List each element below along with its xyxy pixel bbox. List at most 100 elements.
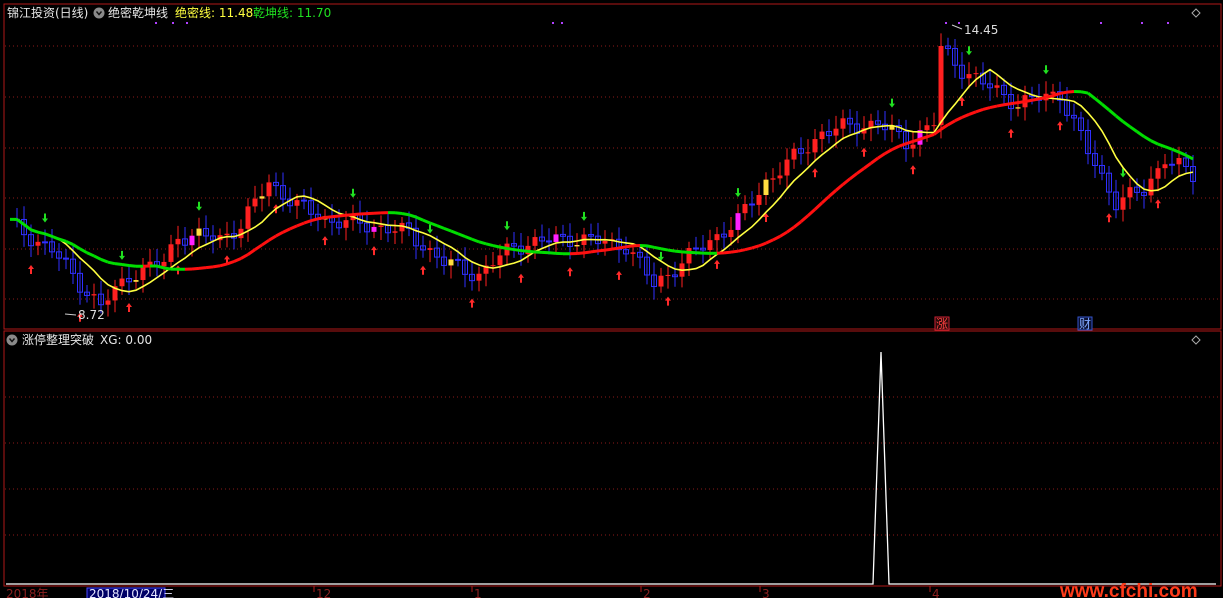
slow-line-segment (1115, 114, 1124, 123)
slow-line-segment (863, 162, 872, 170)
slow-line-segment (1157, 142, 1166, 149)
slow-line-segment (1094, 97, 1103, 106)
candle-body-up (497, 255, 503, 266)
slow-line-segment (1059, 90, 1068, 95)
slow-line-segment (527, 249, 536, 254)
watermark: www.cfchi.com (1059, 581, 1198, 598)
slow-line-segment (317, 216, 326, 221)
slow-line-segment (394, 211, 403, 215)
candle-body-up (392, 231, 398, 233)
slow-line-segment (233, 257, 242, 263)
slow-line-segment (492, 244, 501, 249)
sell-arrow-icon (42, 213, 48, 223)
slow-line-segment (44, 232, 53, 238)
slow-line-segment (597, 248, 606, 253)
candle-body-down (1169, 163, 1175, 166)
slow-line-segment (786, 225, 795, 234)
slow-line-segment (156, 264, 165, 270)
sell-arrow-icon (427, 224, 433, 234)
slow-line-segment (401, 212, 410, 217)
stock-chart[interactable]: 14.45 8.72 涨 财 锦江投资(日线) 绝密乾坤线 绝密线: 11.48… (0, 0, 1223, 598)
slow-line-segment (1003, 102, 1012, 107)
slow-line-segment (667, 248, 676, 253)
slow-line-segment (772, 235, 781, 242)
slow-line-segment (870, 156, 879, 165)
candle-body-up (245, 206, 251, 229)
slow-line-segment (37, 230, 46, 236)
sub-indicator-menu-icon[interactable] (6, 334, 18, 346)
buy-arrow-icon (1155, 199, 1161, 209)
candle-body-up (910, 144, 916, 149)
candle-body-up (252, 198, 258, 207)
slow-line-segment (618, 245, 627, 250)
slow-line-segment (1010, 101, 1019, 106)
candle-body-up (770, 178, 776, 180)
panel-options-icon[interactable] (1191, 8, 1201, 18)
sub-indicator-value: XG: 0.00 (100, 333, 152, 347)
slow-line-segment (23, 223, 32, 231)
signal-dot (1100, 22, 1102, 24)
slow-line-segment (275, 230, 284, 238)
slow-line-segment (1087, 91, 1096, 100)
candle-body-up (735, 213, 741, 230)
slow-line-segment (835, 183, 844, 192)
slow-line-segment (813, 201, 824, 211)
slow-line-segment (898, 142, 907, 148)
slow-line-segment (282, 227, 291, 234)
sub-grid (5, 396, 1220, 536)
candle-body-up (777, 175, 783, 179)
slow-line-segment (268, 234, 277, 242)
limit-up-event-marker: 涨 (936, 316, 948, 331)
candle-body-up (294, 200, 300, 206)
candle-body-up (490, 265, 496, 267)
slow-line-segment (443, 226, 452, 233)
slow-line-legend: 乾坤线: 11.70 (253, 5, 331, 20)
slow-line-segment (86, 251, 95, 258)
candle-body-up (707, 240, 713, 251)
sub-panel-options-icon[interactable] (1191, 335, 1201, 345)
candle-body-up (266, 182, 272, 197)
candle-body-up (602, 240, 608, 244)
candle-body-up (427, 248, 433, 250)
buy-arrow-icon (714, 259, 720, 269)
slow-line-segment (1143, 135, 1152, 143)
sell-arrow-icon (966, 46, 972, 56)
candle-body-up (658, 275, 664, 287)
slow-line-segment (16, 218, 25, 226)
fast-line-legend: 绝密线: 11.48 (175, 5, 253, 20)
candle-body-up (168, 244, 174, 262)
candle-body-up (1120, 197, 1126, 210)
buy-arrow-icon (861, 147, 867, 157)
slow-line-segment (303, 219, 312, 225)
slow-line-segment (926, 133, 935, 139)
buy-arrow-icon (518, 273, 524, 283)
candle-body-up (686, 248, 692, 264)
slow-line-segment (240, 253, 249, 260)
slow-line-segment (93, 254, 102, 261)
slow-line-segment (842, 177, 851, 186)
candle-body-up (371, 226, 377, 232)
slow-line-segment (1171, 147, 1180, 154)
low-price-label: 8.72 (78, 308, 105, 322)
slow-line-segment (730, 249, 739, 254)
candle-body-up (119, 278, 125, 287)
signal-dot (945, 22, 947, 24)
candle-body-down (42, 241, 48, 244)
indicator-menu-icon[interactable] (93, 7, 105, 19)
candle-body-up (791, 148, 797, 160)
candle-body-up (189, 235, 195, 246)
slow-line-segment (513, 248, 522, 253)
slow-line-segment (954, 116, 963, 123)
stock-title: 锦江投资(日线) (7, 5, 88, 20)
slow-line-segment (940, 123, 949, 131)
buy-arrow-icon (1106, 213, 1112, 223)
slow-line-segment (289, 224, 298, 231)
slow-line-segment (576, 251, 585, 255)
candle-body-up (665, 274, 671, 276)
slow-line-segment (820, 195, 831, 204)
finance-event-marker: 财 (1079, 317, 1091, 331)
sell-arrow-icon (119, 250, 125, 260)
slow-line-segment (450, 229, 459, 236)
candle-body-up (784, 159, 790, 176)
signal-dot (155, 22, 157, 24)
